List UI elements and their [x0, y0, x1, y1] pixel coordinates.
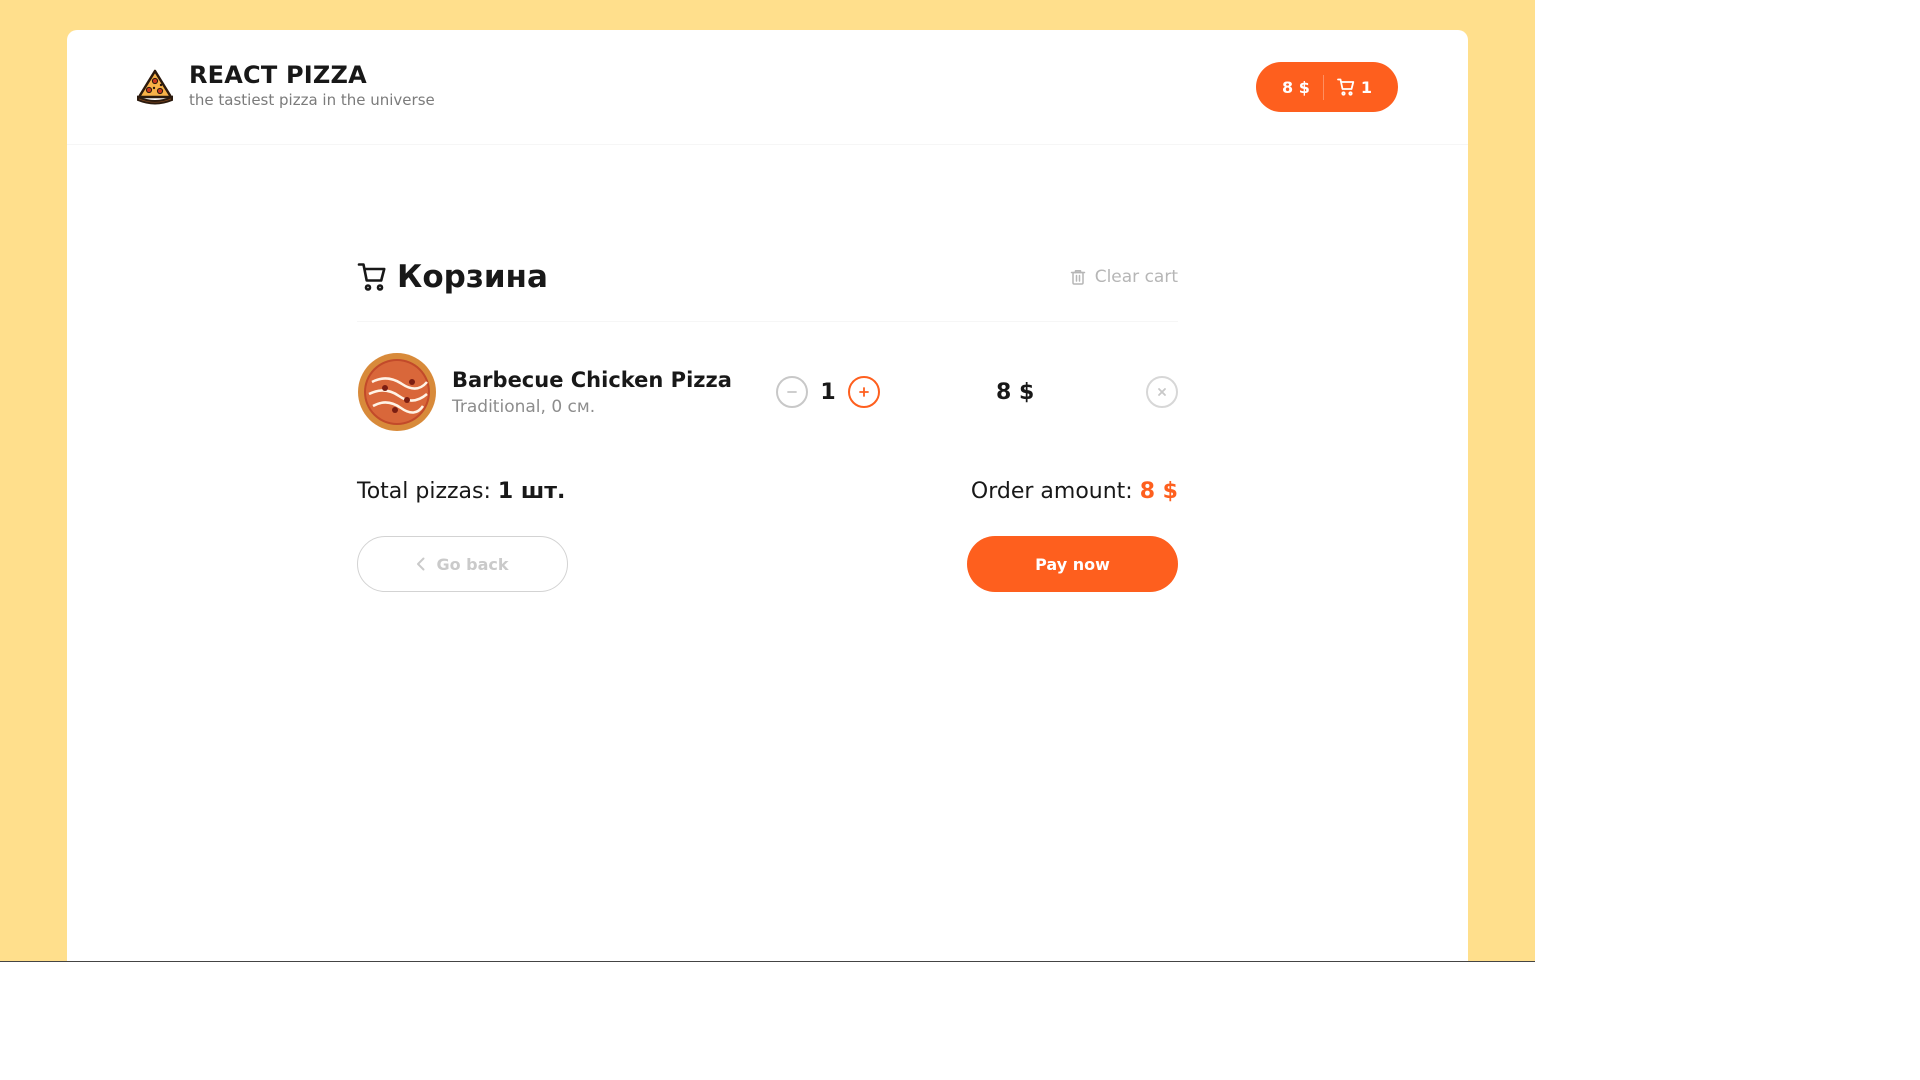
total-pizzas: Total pizzas: 1 шт. — [357, 479, 565, 504]
quantity-stepper: 1 — [776, 376, 880, 408]
clear-cart-button[interactable]: Clear cart — [1069, 267, 1178, 287]
cart-title: Корзина — [357, 259, 548, 295]
order-amount: Order amount: 8 $ — [971, 479, 1178, 504]
pizza-image — [358, 353, 436, 431]
go-back-label: Go back — [436, 554, 509, 574]
clear-cart-label: Clear cart — [1094, 266, 1178, 287]
logo-title: REACT PIZZA — [189, 61, 367, 89]
page-background: REACT PIZZA the tastiest pizza in the un… — [0, 0, 1535, 962]
header-cart-button[interactable]: 8 $ 1 — [1256, 62, 1398, 112]
go-back-button[interactable]: Go back — [357, 536, 568, 592]
pizza-logo-icon — [137, 69, 173, 105]
total-pizzas-value: 1 шт. — [497, 479, 566, 504]
close-icon — [1158, 388, 1166, 396]
cart-title-icon — [357, 262, 386, 291]
cart-total: 8 $ — [1282, 77, 1310, 97]
item-name: Barbecue Chicken Pizza — [452, 367, 732, 392]
cart-buttons: Go back Pay now — [357, 536, 1178, 592]
minus-icon — [787, 391, 797, 393]
app-wrapper: REACT PIZZA the tastiest pizza in the un… — [67, 30, 1468, 961]
pay-now-button[interactable]: Pay now — [967, 536, 1178, 592]
cart-button-divider — [1322, 74, 1324, 100]
trash-icon — [1070, 269, 1085, 285]
decrease-button[interactable] — [776, 376, 808, 408]
cart-summary: Total pizzas: 1 шт. Order amount: 8 $ — [357, 479, 1178, 504]
total-pizzas-label: Total pizzas: — [357, 479, 498, 504]
item-description: Traditional, 0 см. — [452, 396, 596, 417]
cart-icon — [1336, 78, 1355, 96]
cart-top: Корзина Clear cart — [357, 230, 1178, 322]
cart-count: 1 — [1360, 77, 1372, 97]
item-quantity: 1 — [820, 379, 836, 405]
logo[interactable]: REACT PIZZA the tastiest pizza in the un… — [135, 61, 435, 109]
cart-content: Корзина Clear cart Barbecue Chicken Pizz… — [357, 259, 1178, 592]
order-amount-label: Order amount: — [970, 479, 1140, 504]
remove-item-button[interactable] — [1146, 376, 1178, 408]
order-amount-value: 8 $ — [1139, 479, 1178, 504]
chevron-left-icon — [417, 557, 425, 571]
increase-button[interactable] — [848, 376, 880, 408]
header: REACT PIZZA the tastiest pizza in the un… — [67, 30, 1468, 145]
pay-now-label: Pay now — [1035, 554, 1110, 574]
logo-subtitle: the tastiest pizza in the universe — [189, 91, 435, 109]
plus-icon — [859, 387, 869, 397]
item-price: 8 $ — [996, 379, 1035, 405]
cart-item: Barbecue Chicken Pizza Traditional, 0 см… — [357, 322, 1178, 462]
cart-title-text: Корзина — [397, 258, 548, 295]
